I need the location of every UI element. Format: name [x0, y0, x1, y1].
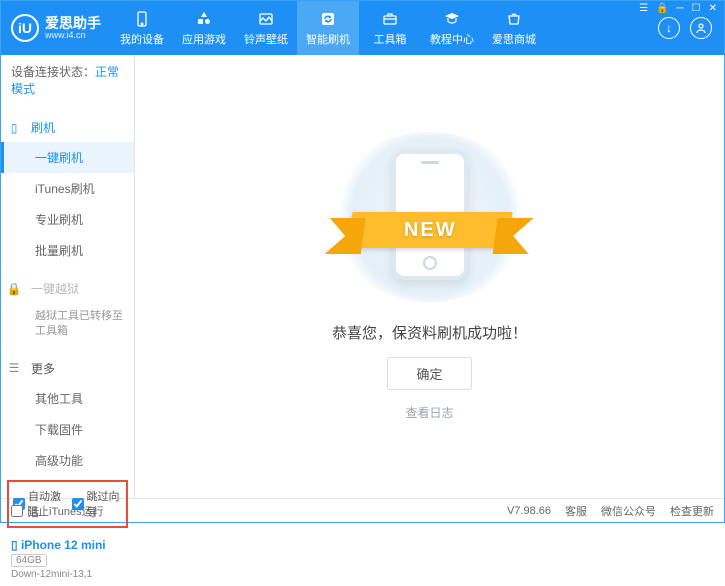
nav-flash[interactable]: 智能刷机 — [297, 1, 359, 55]
nav-label: 智能刷机 — [306, 31, 350, 47]
nav-toolbox[interactable]: 工具箱 — [359, 1, 421, 55]
new-ribbon: NEW — [347, 212, 512, 248]
status-label: 设备连接状态： — [11, 65, 95, 79]
sidebar-item-itunes[interactable]: iTunes刷机 — [1, 173, 134, 204]
graduation-icon — [443, 10, 461, 28]
view-log-link[interactable]: 查看日志 — [405, 404, 453, 421]
menu-icon[interactable]: ☰ — [639, 3, 648, 14]
nav-apps[interactable]: 应用游戏 — [173, 1, 235, 55]
nav-ringtones[interactable]: 铃声壁纸 — [235, 1, 297, 55]
phone-icon — [133, 10, 151, 28]
maximize-icon[interactable]: ☐ — [692, 3, 701, 14]
app-header: ☰ 🔒 ─ ☐ ✕ iU 爱思助手 www.i4.cn 我的设备 应用游戏 铃声… — [1, 1, 724, 55]
close-icon[interactable]: ✕ — [709, 3, 717, 14]
group-title: 刷机 — [31, 119, 55, 136]
jailbreak-note: 越狱工具已转移至工具箱 — [1, 303, 134, 346]
wallpaper-icon — [257, 10, 275, 28]
group-flash[interactable]: ▯ 刷机 — [1, 113, 134, 142]
download-button[interactable]: ↓ — [658, 17, 680, 39]
nav-label: 工具箱 — [374, 31, 407, 47]
sidebar-item-firmware[interactable]: 下载固件 — [1, 414, 134, 445]
refresh-icon — [319, 10, 337, 28]
nav-label: 应用游戏 — [182, 31, 226, 47]
device-model: Down-12mini-13,1 — [11, 569, 124, 580]
nav-label: 我的设备 — [120, 31, 164, 47]
sidebar-item-advanced[interactable]: 高级功能 — [1, 445, 134, 476]
nav-label: 爱思商城 — [492, 31, 536, 47]
window-controls: ☰ 🔒 ─ ☐ ✕ — [631, 0, 725, 17]
main-content: NEW 恭喜您，保资料刷机成功啦！ 确定 查看日志 — [135, 55, 724, 498]
minimize-icon[interactable]: ─ — [677, 3, 684, 14]
logo-icon: iU — [11, 14, 39, 42]
sidebar: 设备连接状态：正常模式 ▯ 刷机 一键刷机 iTunes刷机 专业刷机 批量刷机… — [1, 55, 135, 498]
checkbox-block-itunes[interactable]: 阻止iTunes运行 — [11, 503, 104, 519]
group-jailbreak[interactable]: 🔒 一键越狱 — [1, 274, 134, 303]
group-more[interactable]: ☰ 更多 — [1, 354, 134, 383]
service-link[interactable]: 客服 — [565, 503, 587, 519]
sidebar-item-oneclick[interactable]: 一键刷机 — [1, 142, 134, 173]
store-icon — [505, 10, 523, 28]
nav-store[interactable]: 爱思商城 — [483, 1, 545, 55]
device-storage: 64GB — [11, 554, 47, 567]
main-nav: 我的设备 应用游戏 铃声壁纸 智能刷机 工具箱 教程中心 爱思商城 — [111, 1, 658, 55]
connection-status: 设备连接状态：正常模式 — [1, 55, 134, 105]
user-button[interactable] — [690, 17, 712, 39]
ok-button[interactable]: 确定 — [387, 357, 471, 390]
toolbox-icon — [381, 10, 399, 28]
app-url: www.i4.cn — [45, 30, 101, 40]
sidebar-item-pro[interactable]: 专业刷机 — [1, 204, 134, 235]
lock-icon: 🔒 — [7, 282, 21, 296]
nav-label: 教程中心 — [430, 31, 474, 47]
lock-icon[interactable]: 🔒 — [656, 3, 668, 14]
apps-icon — [195, 10, 213, 28]
nav-tutorials[interactable]: 教程中心 — [421, 1, 483, 55]
phone-outline-icon: ▯ — [7, 121, 21, 135]
nav-my-device[interactable]: 我的设备 — [111, 1, 173, 55]
logo: iU 爱思助手 www.i4.cn — [1, 14, 111, 42]
success-message: 恭喜您，保资料刷机成功啦！ — [332, 322, 527, 343]
header-actions: ↓ — [658, 17, 724, 39]
group-title: 更多 — [31, 360, 55, 377]
success-illustration: NEW — [330, 132, 530, 302]
sidebar-item-batch[interactable]: 批量刷机 — [1, 235, 134, 266]
nav-label: 铃声壁纸 — [244, 31, 288, 47]
wechat-link[interactable]: 微信公众号 — [601, 503, 656, 519]
version-label: V7.98.66 — [507, 505, 551, 517]
hamburger-icon: ☰ — [7, 361, 21, 375]
device-name: ▯ iPhone 12 mini — [11, 538, 124, 552]
checkbox-label: 阻止iTunes运行 — [27, 503, 104, 519]
device-info[interactable]: ▯ iPhone 12 mini 64GB Down-12mini-13,1 — [1, 532, 134, 586]
sidebar-item-other[interactable]: 其他工具 — [1, 383, 134, 414]
update-link[interactable]: 检查更新 — [670, 503, 714, 519]
group-title: 一键越狱 — [31, 280, 79, 297]
app-name: 爱思助手 — [45, 16, 101, 30]
